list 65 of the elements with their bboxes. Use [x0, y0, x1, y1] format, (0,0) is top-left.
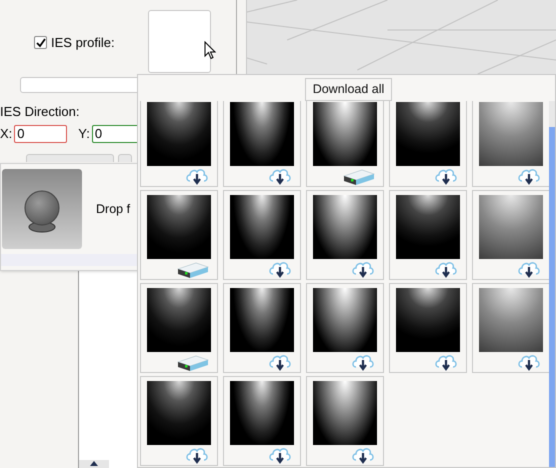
light-beam-preview	[230, 381, 294, 445]
x-label: X:	[0, 125, 12, 144]
ies-profile-tile[interactable]	[306, 101, 384, 187]
ies-profile-tile[interactable]	[140, 283, 218, 373]
light-beam-preview	[147, 288, 211, 352]
ies-profile-tile[interactable]	[223, 190, 301, 280]
light-beam-preview	[147, 381, 211, 445]
cloud-download-icon	[185, 168, 209, 186]
ies-profile-tile[interactable]	[306, 376, 384, 466]
ies-profile-tile[interactable]	[389, 101, 467, 187]
light-beam-preview	[313, 195, 377, 259]
ies-profile-tile[interactable]	[140, 190, 218, 280]
ies-profile-tile[interactable]	[140, 376, 218, 466]
ies-direction-label: IES Direction:	[0, 103, 80, 121]
ies-profile-checkbox[interactable]	[34, 36, 47, 50]
cloud-download-icon	[434, 168, 458, 186]
light-beam-preview	[230, 195, 294, 259]
light-beam-preview	[479, 288, 543, 352]
hard-drive-icon	[177, 262, 209, 278]
pointer-icon	[204, 41, 216, 60]
cloud-download-icon	[351, 447, 375, 465]
light-beam-preview	[230, 288, 294, 352]
cloud-download-icon	[517, 261, 541, 279]
download-all-button[interactable]: Download all	[304, 78, 392, 101]
ies-profile-tile[interactable]	[223, 283, 301, 373]
light-beam-preview	[147, 195, 211, 259]
light-beam-preview	[479, 102, 543, 166]
cloud-download-icon	[268, 447, 292, 465]
cloud-download-icon	[351, 354, 375, 372]
drop-hint-text: Drop f	[96, 200, 130, 218]
cloud-download-icon	[268, 261, 292, 279]
ies-profile-tile[interactable]	[389, 190, 467, 280]
ies-profile-tile[interactable]	[223, 101, 301, 187]
ies-profile-label: IES profile:	[51, 34, 115, 52]
cloud-download-icon	[268, 168, 292, 186]
collapse-tab[interactable]	[79, 460, 109, 468]
cloud-download-icon	[517, 354, 541, 372]
cloud-download-icon	[434, 354, 458, 372]
light-beam-preview	[396, 102, 460, 166]
light-beam-preview	[313, 288, 377, 352]
cloud-download-icon	[434, 261, 458, 279]
light-beam-preview	[147, 102, 211, 166]
up-arrow-icon	[89, 460, 99, 466]
light-beam-preview	[313, 102, 377, 166]
light-beam-preview	[396, 195, 460, 259]
ies-profile-tile[interactable]	[389, 283, 467, 373]
cloud-download-icon	[185, 447, 209, 465]
ies-profile-tile[interactable]	[140, 101, 218, 187]
light-beam-preview	[313, 381, 377, 445]
hard-drive-icon	[343, 169, 375, 185]
ies-profile-tile[interactable]	[223, 376, 301, 466]
light-beam-preview	[396, 288, 460, 352]
cloud-download-icon	[351, 261, 375, 279]
ies-profile-tile[interactable]	[472, 101, 549, 187]
light-beam-preview	[230, 102, 294, 166]
cloud-download-icon	[268, 354, 292, 372]
ies-profile-tile[interactable]	[472, 283, 549, 373]
y-label: Y:	[78, 125, 90, 144]
ies-profile-tile[interactable]	[472, 190, 549, 280]
ies-profile-tile[interactable]	[306, 190, 384, 280]
hard-drive-icon	[177, 355, 209, 371]
x-input[interactable]: 0	[14, 125, 68, 143]
ies-profile-tile[interactable]	[306, 283, 384, 373]
cloud-download-icon	[517, 168, 541, 186]
light-beam-preview	[479, 195, 543, 259]
